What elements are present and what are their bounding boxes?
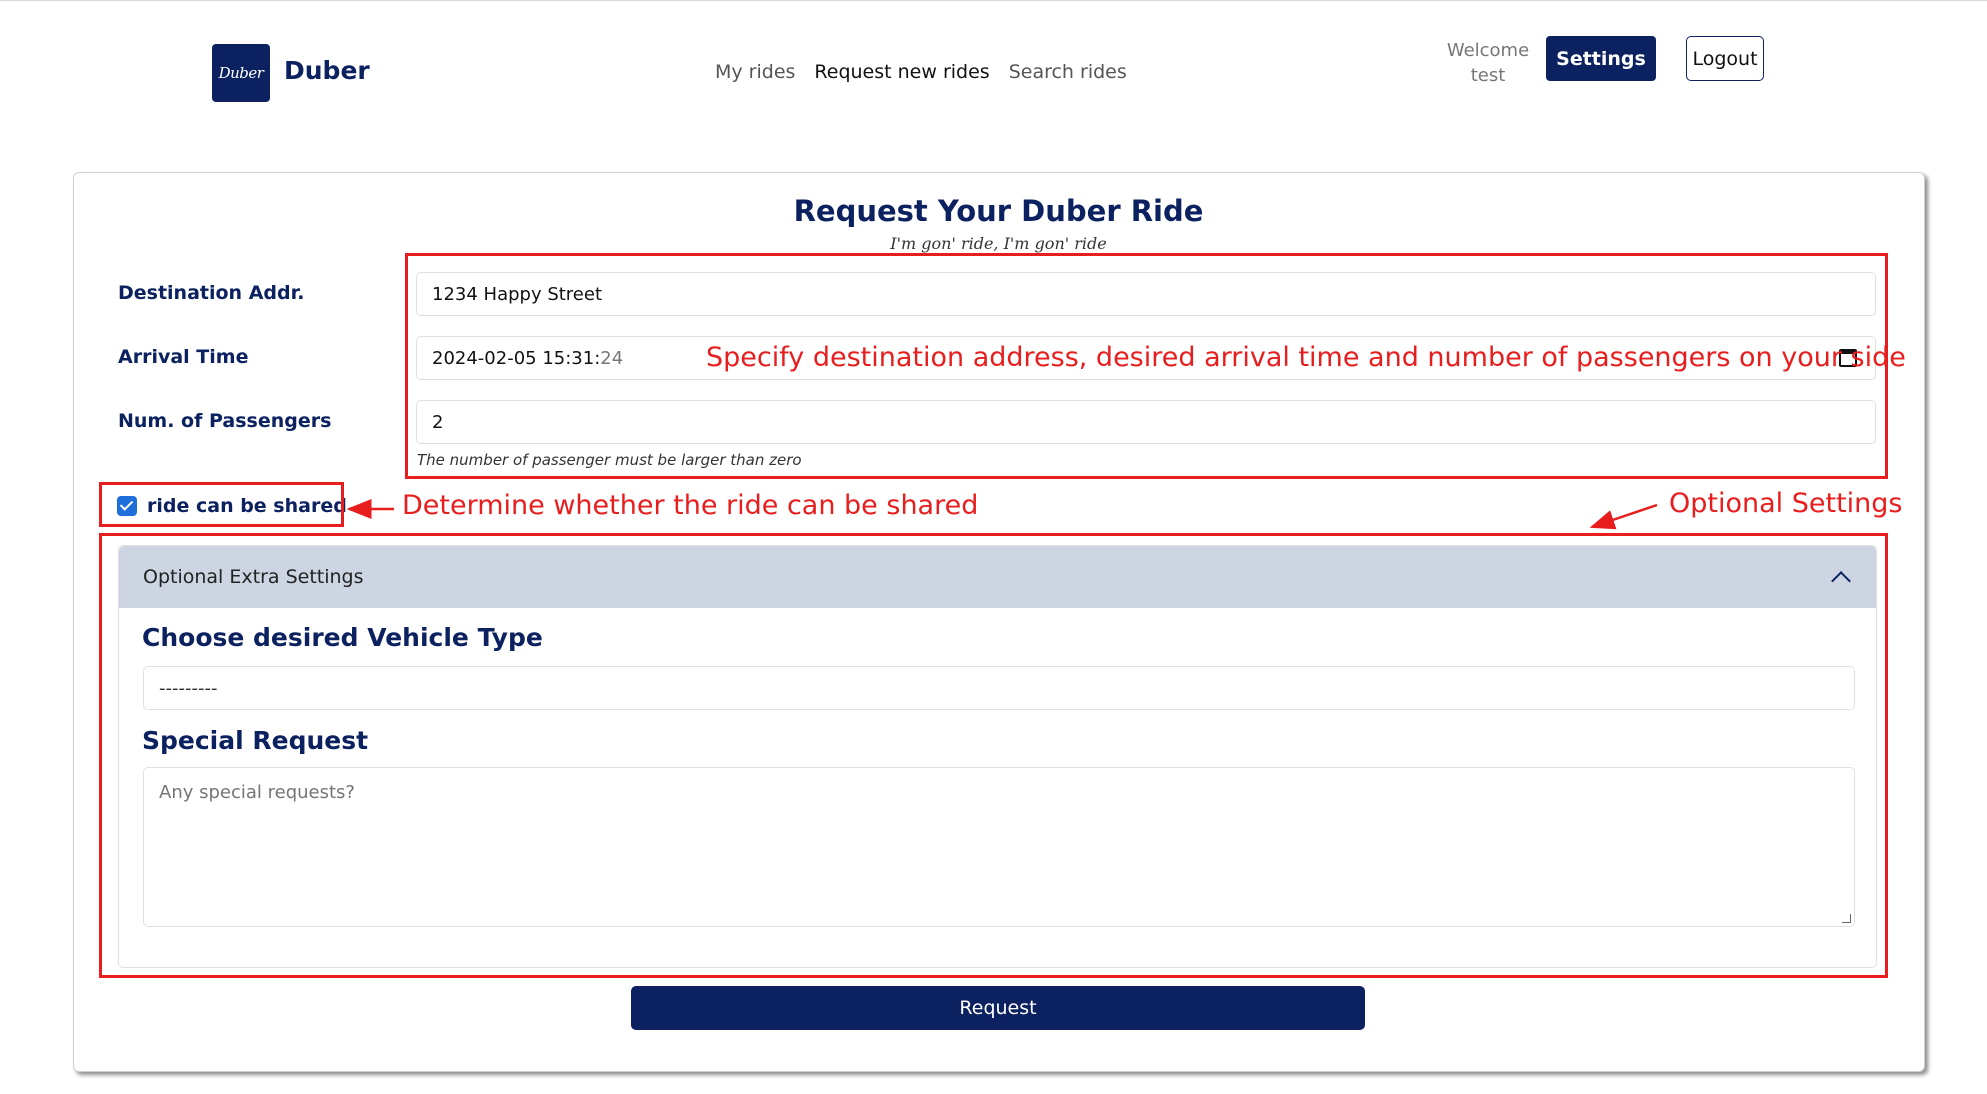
annotation-shared-note: Determine whether the ride can be shared [402, 490, 979, 521]
annotation-fields-note: Specify destination address, desired arr… [706, 342, 1906, 373]
nav-request-new-rides[interactable]: Request new rides [814, 61, 989, 83]
welcome-label: Welcome [1446, 40, 1530, 61]
request-button[interactable]: Request [631, 986, 1365, 1030]
annotation-box-optional [99, 533, 1888, 978]
welcome-message: Welcome test [1440, 38, 1536, 88]
page-tagline: I'm gon' ride, I'm gon' ride [890, 234, 1107, 253]
top-border [0, 0, 1987, 1]
arrival-time-label: Arrival Time [118, 346, 249, 368]
settings-button[interactable]: Settings [1546, 36, 1656, 81]
main-nav: My rides Request new rides Search rides [715, 61, 1127, 83]
logo-text: Duber [218, 64, 264, 82]
brand-name[interactable]: Duber [284, 56, 370, 85]
nav-search-rides[interactable]: Search rides [1009, 61, 1127, 83]
annotation-box-shared [99, 482, 344, 527]
brand-logo[interactable]: Duber [212, 44, 270, 102]
nav-my-rides[interactable]: My rides [715, 61, 795, 83]
page-title: Request Your Duber Ride [793, 194, 1204, 228]
annotation-optional-note: Optional Settings [1669, 488, 1903, 519]
username: test [1470, 65, 1506, 86]
logout-button[interactable]: Logout [1686, 36, 1764, 81]
destination-label: Destination Addr. [118, 282, 305, 304]
passengers-label: Num. of Passengers [118, 410, 332, 432]
